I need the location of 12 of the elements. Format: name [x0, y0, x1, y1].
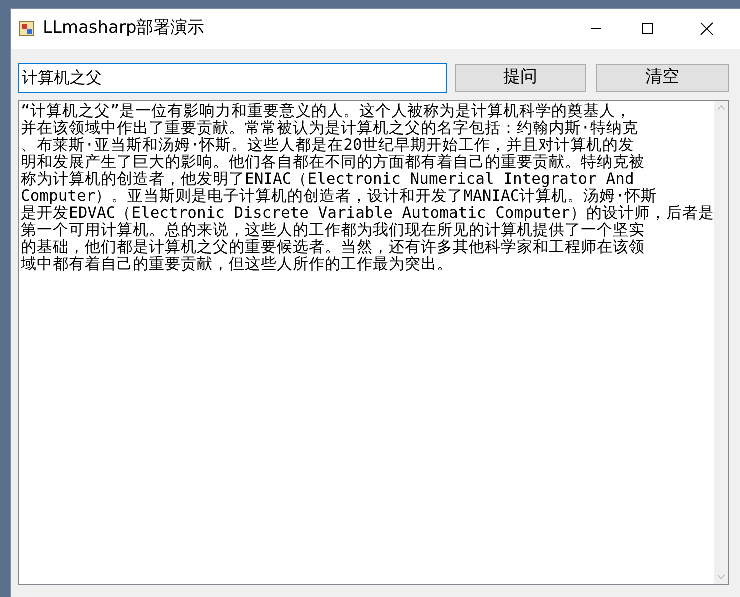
- action-button[interactable]: 提问: [455, 64, 586, 92]
- maximize-icon: [642, 23, 654, 35]
- question-field[interactable]: 计算机之父: [18, 63, 447, 93]
- close-icon: [700, 22, 714, 36]
- scroll-up-icon[interactable]: [716, 105, 726, 111]
- answer-text: “计算机之父”是一位有影响力和重要意义的人。这个人被称为是计算机科学的奠基人， 并在该领域中作出了重要贡献。常常被认为是计算机之父的名字包括：约翰内斯·特纳克 、布莱斯·亚当斯和汤姆·怀斯。这些人都是在20世纪早期开始工作，并且对计算机的发 明和发展产生了巨大的影响。他们各自都在不同的方面都有着自己的重要贡献。特纳克被 称为计算机的创造者，他发明了ENIAC（Electronic Numerical Integrator And Computer）。亚当斯则是电子计算机的创造者，设计和开发了MANIAC计算机。汤姆·怀斯 是开发EDVAC（Electronic Discrete Variable Automatic Computer）的设计师，后者是 第一个可用计算机。总的来说，这些人的工作都为我们现在所见的计算机提供了一个坚实 的基础，他们都是计算机之父的重要候选者。当然，还有许多其他科学家和工程师在该领 域中都有着自己的重要贡献，但这些人所作的工作最为突出。: [21, 103, 714, 273]
- action-button[interactable]: 清空: [596, 64, 729, 92]
- window-title: LLmasharp部署演示: [43, 17, 205, 40]
- app-icon: [19, 21, 35, 37]
- answer-area[interactable]: [18, 100, 729, 585]
- scroll-down-icon[interactable]: [716, 574, 726, 580]
- scrollbar[interactable]: [714, 101, 728, 584]
